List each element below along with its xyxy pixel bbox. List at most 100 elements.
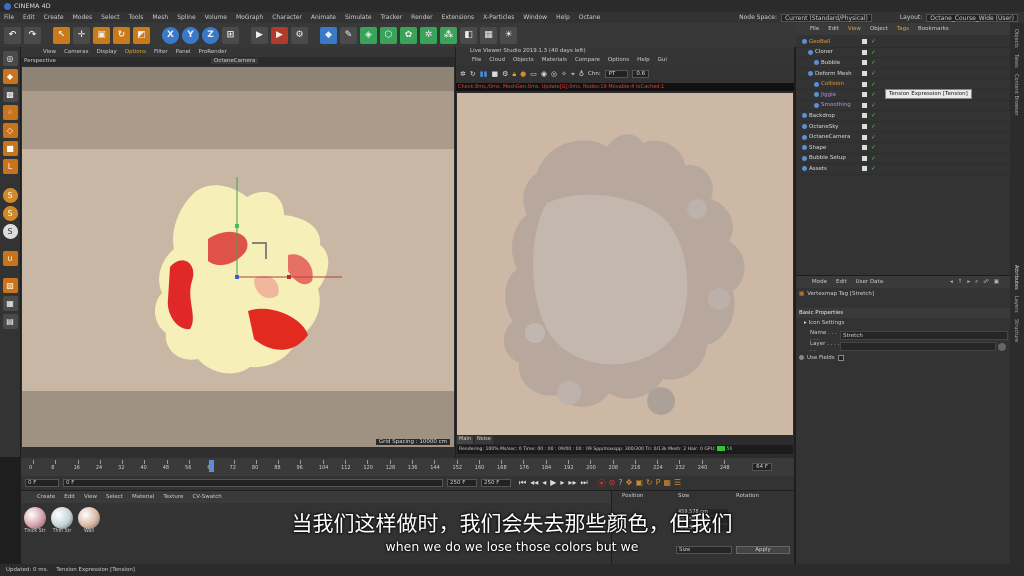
object-enabled-check-icon[interactable]: ✓: [871, 112, 876, 119]
grid-icon[interactable]: ▦: [2, 296, 18, 311]
om-menu-tags[interactable]: Tags: [897, 26, 909, 32]
record-keys-icon[interactable]: ⦿: [598, 478, 606, 489]
preview-end-field[interactable]: 250 F: [481, 479, 511, 487]
camera-icon[interactable]: ◧: [460, 26, 477, 44]
menu-volume[interactable]: Volume: [205, 14, 227, 21]
object-row[interactable]: Backdrop ✓: [796, 111, 1010, 122]
editor-viewport[interactable]: View Cameras Display Options Filter Pane…: [21, 47, 455, 458]
object-row[interactable]: Bubble ✓: [796, 58, 1010, 69]
menu-tools[interactable]: Tools: [129, 14, 144, 21]
next-key-icon[interactable]: ▸▸: [568, 478, 576, 488]
attr-nav-icons[interactable]: ◂↑▸⌕☍▣: [950, 279, 1004, 286]
z-axis-icon[interactable]: Z: [202, 26, 219, 44]
object-row[interactable]: OctaneSky ✓: [796, 122, 1010, 133]
render-view-icon[interactable]: ▶: [251, 26, 268, 44]
object-row[interactable]: Cloner ✓: [796, 48, 1010, 59]
snap-settings-icon[interactable]: S: [2, 206, 18, 221]
key-param-icon[interactable]: P: [656, 478, 661, 489]
redo-icon[interactable]: ↷: [24, 26, 41, 44]
subdivision-icon[interactable]: ◈: [360, 26, 377, 44]
viewport-menu-prorender[interactable]: ProRender: [199, 49, 227, 55]
object-visibility-toggle[interactable]: [862, 134, 867, 140]
dock-tab-takes[interactable]: Takes: [1010, 48, 1022, 68]
lv-lock-icon[interactable]: 🔒︎: [512, 70, 516, 79]
lv-tab-main[interactable]: Main: [457, 436, 473, 444]
viewport-menu-view[interactable]: View: [43, 49, 56, 55]
go-to-start-icon[interactable]: ⏮: [519, 478, 526, 488]
start-frame-field[interactable]: 0 F: [25, 479, 59, 487]
menu-help[interactable]: Help: [556, 14, 570, 21]
object-visibility-toggle[interactable]: [862, 71, 867, 77]
menu-simulate[interactable]: Simulate: [345, 14, 372, 21]
object-visibility-toggle[interactable]: [862, 166, 867, 172]
lv-light-icon[interactable]: ♁: [579, 70, 584, 78]
attr-menu-edit[interactable]: Edit: [836, 279, 847, 285]
object-enabled-check-icon[interactable]: ✓: [871, 49, 876, 56]
om-menu-bookmarks[interactable]: Bookmarks: [918, 26, 949, 32]
lv-menu-help[interactable]: Help: [637, 57, 650, 63]
attr-menu-user-data[interactable]: User Data: [856, 279, 883, 285]
object-enabled-check-icon[interactable]: ✓: [871, 144, 876, 151]
object-visibility-toggle[interactable]: [862, 145, 867, 151]
attr-menu-mode[interactable]: Mode: [812, 279, 827, 285]
object-enabled-check-icon[interactable]: ✓: [871, 91, 876, 98]
attr-layer-input[interactable]: [840, 342, 996, 351]
key-selection-icon[interactable]: ?: [618, 478, 622, 489]
lv-stop-icon[interactable]: ■: [491, 70, 498, 78]
key-position-icon[interactable]: ✥: [626, 478, 633, 489]
magnet-icon[interactable]: ∪: [2, 251, 18, 266]
lv-pick-icon[interactable]: ◎: [551, 70, 557, 78]
object-enabled-check-icon[interactable]: ✓: [871, 155, 876, 162]
rotate-tool-icon[interactable]: ↻: [113, 26, 130, 44]
dock-tab-attributes[interactable]: Attributes: [1010, 115, 1022, 290]
menu-mesh[interactable]: Mesh: [152, 14, 168, 21]
viewport-menu-panel[interactable]: Panel: [176, 49, 191, 55]
menu-x-particles[interactable]: X-Particles: [483, 14, 514, 21]
go-to-end-icon[interactable]: ⏭: [580, 478, 587, 488]
animate-dot-icon[interactable]: [799, 355, 804, 360]
object-visibility-toggle[interactable]: [862, 155, 867, 161]
lv-region-icon[interactable]: ▭: [530, 70, 537, 78]
dock-tab-content-browser[interactable]: Content Browser: [1010, 68, 1022, 116]
auto-key-icon[interactable]: ⊘: [609, 478, 616, 489]
layer-icon[interactable]: ▤: [2, 314, 18, 329]
texture-mode-icon[interactable]: ▩: [2, 87, 18, 102]
om-menu-view[interactable]: View: [848, 26, 861, 32]
workplane-icon[interactable]: ▧: [2, 278, 18, 293]
axis-mode-icon[interactable]: L: [2, 159, 18, 174]
next-frame-icon[interactable]: ▸: [560, 478, 564, 488]
timeline[interactable]: 0816243240485664728088961041121201281361…: [21, 458, 794, 476]
recent-tool-icon[interactable]: ◩: [133, 26, 150, 44]
select-tool-icon[interactable]: ↖: [53, 26, 70, 44]
lv-menu-materials[interactable]: Materials: [542, 57, 567, 63]
make-editable-icon[interactable]: ◎: [2, 51, 18, 66]
object-row[interactable]: GeoBall ✓: [796, 37, 1010, 48]
object-row[interactable]: Bubble Setup ✓: [796, 154, 1010, 165]
lv-chn-value[interactable]: 0.6: [632, 70, 650, 78]
viewport-scene[interactable]: Grid Spacing : 10000 cm: [22, 67, 454, 447]
object-enabled-check-icon[interactable]: ✓: [871, 102, 876, 109]
dock-tab-objects[interactable]: Objects: [1010, 23, 1022, 48]
prev-frame-icon[interactable]: ◂: [542, 478, 546, 488]
object-enabled-check-icon[interactable]: ✓: [871, 59, 876, 66]
menu-mograph[interactable]: MoGraph: [236, 14, 263, 21]
mograph-icon[interactable]: ⁂: [440, 26, 457, 44]
menu-tracker[interactable]: Tracker: [381, 14, 403, 21]
lv-material-icon[interactable]: ◉: [541, 70, 547, 78]
object-enabled-check-icon[interactable]: ✓: [871, 81, 876, 88]
object-row[interactable]: Deform Mesh ✓: [796, 69, 1010, 80]
model-mode-icon[interactable]: ◆: [2, 69, 18, 84]
quantize-icon[interactable]: S: [2, 224, 18, 239]
menu-character[interactable]: Character: [272, 14, 302, 21]
menu-select[interactable]: Select: [101, 14, 120, 21]
mat-menu-view[interactable]: View: [84, 494, 97, 500]
object-visibility-toggle[interactable]: [862, 39, 867, 45]
object-visibility-toggle[interactable]: [862, 49, 867, 55]
timeline-ruler[interactable]: 0816243240485664728088961041121201281361…: [21, 458, 794, 476]
timeline-current-frame[interactable]: 64 F: [752, 463, 772, 471]
key-pla-icon[interactable]: ▦: [663, 478, 671, 489]
layout-select[interactable]: Octane_Course_Wide (User): [926, 13, 1018, 22]
lv-sphere-icon[interactable]: ●: [520, 70, 526, 78]
menu-extensions[interactable]: Extensions: [442, 14, 475, 21]
attr-name-input[interactable]: Stretch: [840, 331, 1008, 340]
